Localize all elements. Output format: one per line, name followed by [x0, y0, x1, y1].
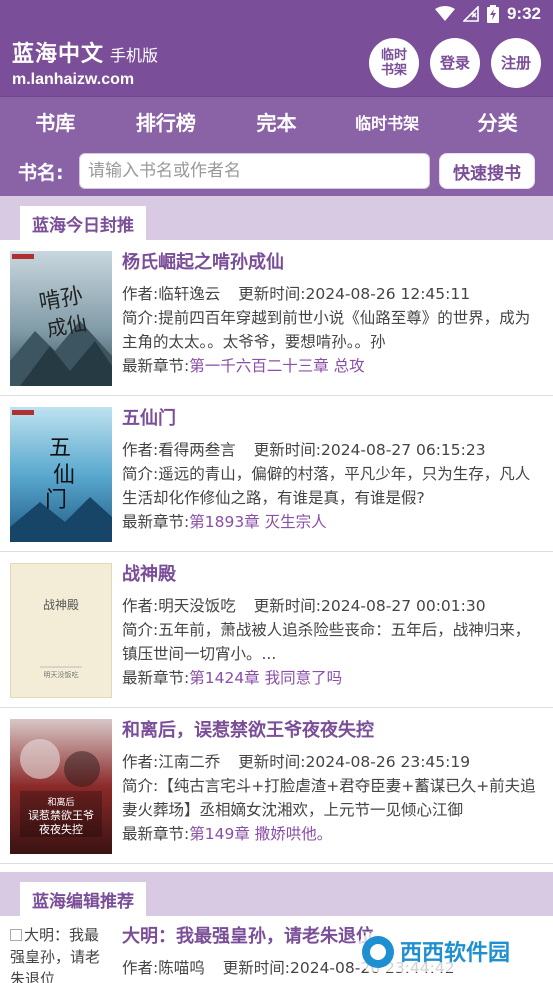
book-meta: 作者:明天没饭吃 更新时间:2024-08-27 00:01:30 [122, 597, 486, 615]
main-nav: 书库 排行榜 完本 临时书架 分类 [0, 96, 553, 146]
section-header-today: 蓝海今日封推 [0, 196, 553, 240]
book-cover[interactable]: 啃孙 成仙 [10, 251, 112, 386]
latest-chapter-link[interactable]: 第1893章 灭生宗人 [189, 513, 326, 531]
site-sub: 手机版 [110, 46, 159, 65]
book-item[interactable]: 战神殿 明天没饭吃 战神殿 作者:明天没饭吃 更新时间:2024-08-27 00… [0, 554, 553, 708]
nav-category[interactable]: 分类 [442, 107, 553, 136]
watermark-text: 西西软件园 [400, 940, 510, 966]
site-brand[interactable]: 蓝海中文 手机版 m.lanhaizw.com [12, 36, 158, 89]
book-title[interactable]: 五仙门 [122, 406, 545, 432]
book-meta: 作者:临轩逸云 更新时间:2024-08-26 12:45:11 [122, 285, 471, 303]
book-update-time: 2024-08-26 12:45:11 [305, 285, 471, 303]
book-intro: 简介:提前四百年穿越到前世小说《仙路至尊》的世界，成为主角的太太。。太爷爷，要想… [122, 309, 531, 351]
watermark-logo: 西西软件园 [356, 932, 536, 972]
wifi-icon [434, 6, 455, 21]
svg-text:门: 门 [45, 488, 67, 513]
book-update-time: 2024-08-26 23:45:19 [305, 753, 471, 771]
register-button[interactable]: 注册 [491, 38, 541, 88]
book-title[interactable]: 杨氏崛起之啃孙成仙 [122, 250, 545, 276]
book-title[interactable]: 和离后，误惹禁欲王爷夜夜失控 [122, 718, 545, 744]
book-intro: 简介:【纯古言宅斗+打脸虐渣+君夺臣妻+蓄谋已久+前夫追妻火葬场】丞相嫡女沈湘欢… [122, 777, 536, 819]
book-author: 临轩逸云 [158, 285, 221, 303]
nav-ranking[interactable]: 排行榜 [111, 107, 222, 136]
book-cover[interactable]: 五 仙 门 [10, 407, 112, 542]
book-title[interactable]: 战神殿 [122, 562, 545, 588]
book-author: 陈喵呜 [158, 959, 205, 977]
status-bar: 9:32 [0, 0, 553, 30]
book-item[interactable]: 啃孙 成仙 杨氏崛起之啃孙成仙 作者:临轩逸云 更新时间:2024-08-26 1… [0, 242, 553, 396]
section-header-editor: 蓝海编辑推荐 [0, 872, 553, 916]
book-latest: 最新章节:第149章 撒娇哄他。 [122, 825, 333, 843]
svg-text:和离后: 和离后 [47, 796, 74, 808]
book-cover[interactable]: 战神殿 明天没饭吃 [10, 563, 112, 698]
book-cover[interactable]: 和离后 误惹禁欲王爷 夜夜失控 [10, 719, 112, 854]
search-bar: 书名: 快速搜书 [0, 146, 553, 196]
svg-text:夜夜失控: 夜夜失控 [39, 822, 83, 836]
book-intro: 简介:遥远的青山，偏僻的村落，平凡少年，只为生存，凡人生活却化作修仙之路，有谁是… [122, 465, 531, 507]
signal-icon [462, 6, 479, 22]
nav-library[interactable]: 书库 [0, 107, 111, 136]
svg-text:五: 五 [49, 436, 71, 461]
cover-author: 明天没饭吃 [44, 670, 79, 679]
quick-search-button[interactable]: 快速搜书 [439, 153, 535, 189]
latest-chapter-link[interactable]: 第149章 撒娇哄他。 [189, 825, 332, 843]
site-header: 蓝海中文 手机版 m.lanhaizw.com 临时书架 登录 注册 [0, 30, 553, 96]
status-time: 9:32 [506, 4, 541, 23]
temp-shelf-button[interactable]: 临时书架 [369, 38, 419, 88]
book-meta: 作者:看得两叁言 更新时间:2024-08-27 06:15:23 [122, 441, 486, 459]
book-cover-broken-image[interactable]: 大明：我最强皇孙，请老朱退位 [10, 924, 112, 983]
latest-chapter-link[interactable]: 第1424章 我同意了吗 [189, 669, 342, 687]
book-author: 明天没饭吃 [158, 597, 236, 615]
cover-title: 战神殿 [43, 598, 79, 612]
login-button[interactable]: 登录 [430, 38, 480, 88]
book-item[interactable]: 和离后 误惹禁欲王爷 夜夜失控 和离后，误惹禁欲王爷夜夜失控 作者:江南二乔 更新… [0, 710, 553, 864]
section-title-editor: 蓝海编辑推荐 [20, 882, 146, 916]
broken-image-icon [10, 929, 22, 941]
nav-finished[interactable]: 完本 [221, 107, 332, 136]
book-item[interactable]: 五 仙 门 五仙门 作者:看得两叁言 更新时间:2024-08-27 06:15:… [0, 398, 553, 552]
section-title-today: 蓝海今日封推 [20, 206, 146, 240]
book-meta: 作者:江南二乔 更新时间:2024-08-26 23:45:19 [122, 753, 471, 771]
nav-temp-shelf[interactable]: 临时书架 [332, 110, 443, 134]
site-url: m.lanhaizw.com [12, 71, 135, 88]
book-intro: 简介:五年前，萧战被人追杀险些丧命：五年后，战神归来，镇压世间一切宵小。... [122, 621, 531, 663]
search-input[interactable] [79, 153, 430, 189]
book-author: 看得两叁言 [158, 441, 236, 459]
book-latest: 最新章节:第1424章 我同意了吗 [122, 669, 343, 687]
search-label: 书名: [18, 162, 64, 184]
book-update-time: 2024-08-27 06:15:23 [320, 441, 486, 459]
battery-icon [486, 5, 499, 23]
book-update-time: 2024-08-27 00:01:30 [320, 597, 486, 615]
book-author: 江南二乔 [158, 753, 221, 771]
book-latest: 最新章节:第一千六百二十三章 总攻 [122, 357, 365, 375]
svg-text:误惹禁欲王爷: 误惹禁欲王爷 [28, 808, 94, 822]
latest-chapter-link[interactable]: 第一千六百二十三章 总攻 [189, 357, 364, 375]
site-name: 蓝海中文 [12, 42, 105, 67]
book-latest: 最新章节:第1893章 灭生宗人 [122, 513, 327, 531]
svg-text:仙: 仙 [53, 463, 75, 488]
